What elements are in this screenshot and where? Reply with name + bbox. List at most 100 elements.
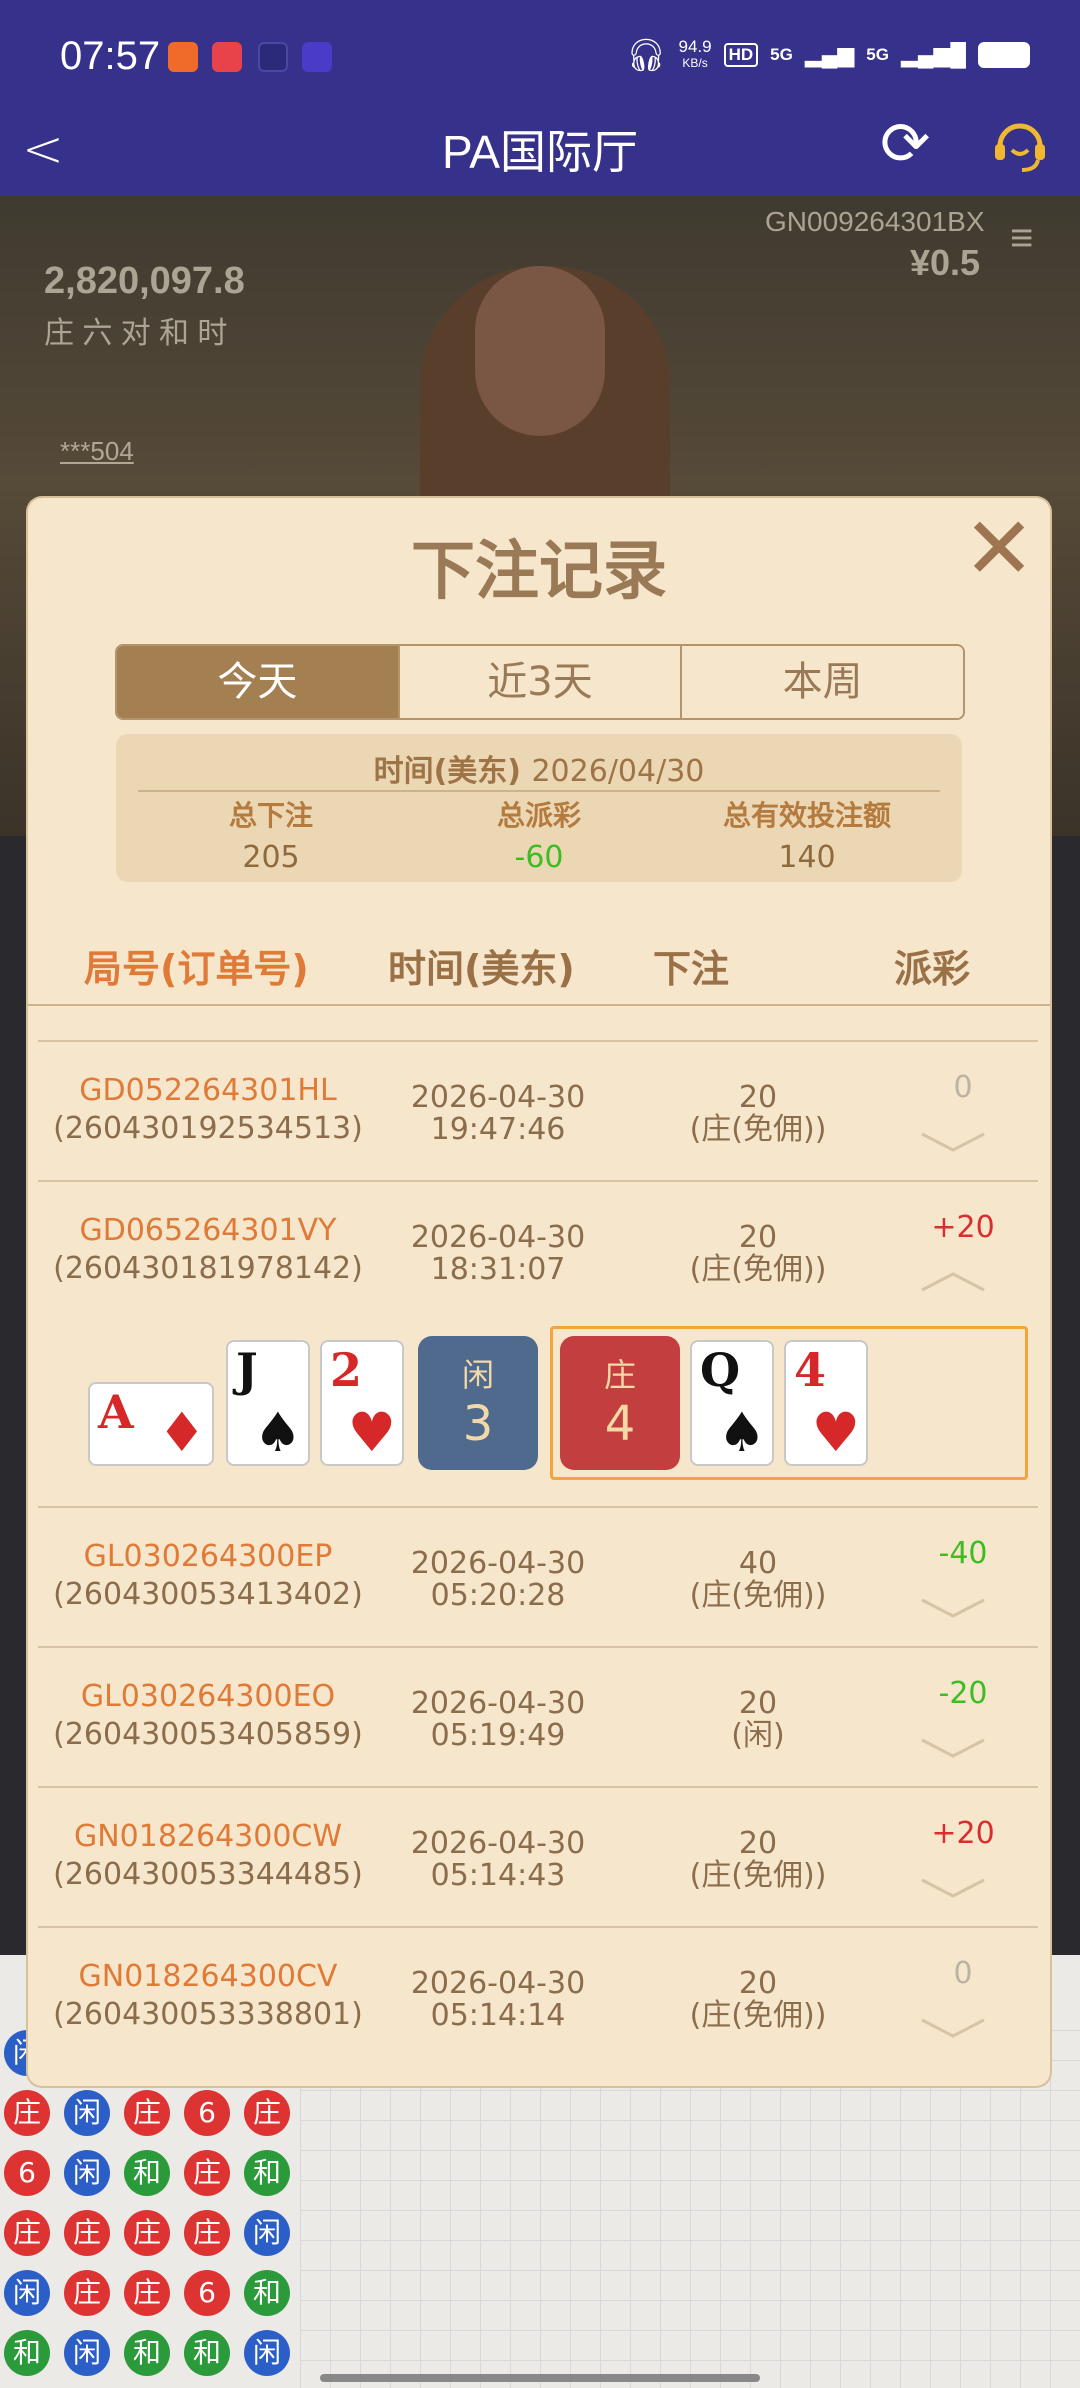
round-id: GD065264301VY [79, 1213, 337, 1248]
playing-card: Q ♠ [690, 1340, 774, 1466]
bet-clock: 05:14:43 [430, 1858, 566, 1893]
tab-week[interactable]: 本周 [682, 646, 963, 718]
bet-clock: 05:20:28 [430, 1578, 566, 1613]
bead-result: 庄 [184, 2150, 230, 2196]
banker-hand-score: 庄4 [560, 1336, 680, 1470]
refresh-icon[interactable]: ⟳ [880, 114, 930, 174]
chevron-down-icon[interactable] [918, 1736, 988, 1760]
bead-result: 6 [184, 2270, 230, 2316]
table-row[interactable]: GL030264300EP (260430053413402) 2026-04-30… [38, 1506, 1038, 1646]
bet-date: 2026-04-30 [410, 1826, 586, 1861]
order-no: (260430053344485) [53, 1857, 363, 1892]
col-header-round: 局号(订单号) [84, 947, 309, 991]
bead-result: 和 [244, 2270, 290, 2316]
chevron-up-icon[interactable] [918, 1270, 988, 1294]
jackpot-amount: 2,820,097.8 [44, 260, 245, 302]
bet-cell: 40 (庄(免佣)) [628, 1548, 888, 1612]
bet-type: (庄(免佣)) [689, 1578, 827, 1613]
home-indicator[interactable] [320, 2374, 760, 2382]
bet-date: 2026-04-30 [410, 1686, 586, 1721]
order-no: (260430181978142) [53, 1251, 363, 1286]
bead-result: 闲 [244, 2330, 290, 2376]
bead-result: 6 [4, 2150, 50, 2196]
chevron-down-icon[interactable] [918, 2016, 988, 2040]
divider [138, 790, 940, 792]
bead-result: 闲 [64, 2150, 110, 2196]
tab-3days[interactable]: 近3天 [399, 646, 683, 718]
bet-amount: 20 [738, 1966, 778, 2001]
player-hand-score: 闲3 [418, 1336, 538, 1470]
bead-result: 闲 [64, 2090, 110, 2136]
time-cell: 2026-04-30 19:47:46 [368, 1082, 628, 1146]
bet-amount: 20 [738, 1220, 778, 1255]
bet-cell: 20 (庄(免佣)) [628, 1968, 888, 2032]
table-row-partial [38, 1004, 1038, 1040]
battery-icon [978, 42, 1030, 68]
bet-amount: 20 [738, 1826, 778, 1861]
menu-icon[interactable]: ≡ [1010, 216, 1033, 261]
col-header-time: 时间(美东) [388, 947, 575, 991]
table-row[interactable]: GD052264301HL (260430192534513) 2026-04-30… [38, 1040, 1038, 1180]
order-no: (260430053405859) [53, 1717, 363, 1752]
bet-type: (闲) [731, 1718, 785, 1753]
table-row[interactable]: GL030264300EO (260430053405859) 2026-04-30… [38, 1646, 1038, 1786]
round-id: GN018264300CW [73, 1819, 343, 1854]
time-cell: 2026-04-30 05:14:14 [368, 1968, 628, 2032]
total-bet: 总下注 205 [228, 799, 313, 875]
bet-date: 2026-04-30 [410, 1546, 586, 1581]
table-row[interactable]: GN018264300CV (260430053338801) 2026-04-30… [38, 1926, 1038, 2066]
round-id: GL030264300EP [83, 1539, 333, 1574]
round-cell: GD065264301VY (260430181978142) [38, 1212, 378, 1288]
time-cell: 2026-04-30 05:14:43 [368, 1828, 628, 1892]
summary-panel: 时间(美东) 2026/04/30 总下注 205 总派彩 -60 总有效投注额… [116, 734, 962, 882]
dealer-head [475, 266, 605, 436]
bead-result: 和 [124, 2150, 170, 2196]
bet-type: (庄(免佣)) [689, 1998, 827, 2033]
status-time: 07:57 [60, 34, 161, 78]
playing-card: 2 ♥ [320, 1340, 404, 1466]
bead-result: 闲 [4, 2270, 50, 2316]
close-x-icon[interactable]: ✕ [963, 506, 1035, 592]
bead-result: 庄 [124, 2270, 170, 2316]
bet-amount: 20 [738, 1080, 778, 1115]
round-id: GN018264300CV [78, 1959, 338, 1994]
chevron-down-icon[interactable] [918, 1876, 988, 1900]
payout-value: 0 [953, 1956, 973, 1991]
bead-result: 和 [244, 2150, 290, 2196]
tab-today[interactable]: 今天 [117, 646, 400, 718]
playing-card: A ♦ [88, 1382, 214, 1466]
bet-cell: 20 (庄(免佣)) [628, 1222, 888, 1286]
bead-result: 庄 [64, 2270, 110, 2316]
bead-result: 闲 [244, 2210, 290, 2256]
table-row[interactable]: GD065264301VY (260430181978142) 2026-04-30… [38, 1180, 1038, 1320]
round-id: GD052264301HL [79, 1073, 337, 1108]
signal-5g-2: 5G [866, 45, 889, 64]
stats-row: 庄 六 对 和 时 [44, 317, 228, 350]
playing-card: 4 ♥ [784, 1340, 868, 1466]
status-bar: 07:57 🎧︎ 94.9 KB/s HD 5G ▂▄▆ 5G ▂▄▆█ [0, 0, 1080, 110]
bet-record-modal: 下注记录 ✕ 今天 近3天 本周 时间(美东) 2026/04/30 总下注 2… [28, 498, 1050, 2086]
time-cell: 2026-04-30 05:19:49 [368, 1688, 628, 1752]
app-notification-icon [168, 42, 198, 72]
chevron-down-icon[interactable] [918, 1130, 988, 1154]
order-no: (260430192534513) [53, 1111, 363, 1146]
bet-date: 2026-04-30 [410, 1080, 586, 1115]
signal-5g-1: 5G [770, 45, 793, 64]
bead-result: 庄 [4, 2090, 50, 2136]
bet-amount: 20 [738, 1686, 778, 1721]
total-valid-bet: 总有效投注额 140 [722, 799, 891, 875]
signal-bars-icon: ▂▄▆█ [900, 42, 966, 67]
round-id: GL030264300EO [80, 1679, 336, 1714]
bead-result: 庄 [4, 2210, 50, 2256]
bead-result: 庄 [184, 2210, 230, 2256]
chevron-down-icon[interactable] [918, 1596, 988, 1620]
bead-result: 和 [4, 2330, 50, 2376]
order-no: (260430053413402) [53, 1577, 363, 1612]
table-row[interactable]: GN018264300CW (260430053344485) 2026-04-30… [38, 1786, 1038, 1926]
bet-cell: 20 (庄(免佣)) [628, 1082, 888, 1146]
bet-clock: 18:31:07 [430, 1252, 566, 1287]
payout-value: -40 [938, 1536, 988, 1571]
customer-service-icon[interactable] [990, 114, 1050, 174]
payout-value: 0 [953, 1070, 973, 1105]
total-payout: 总派彩 -60 [496, 799, 581, 875]
